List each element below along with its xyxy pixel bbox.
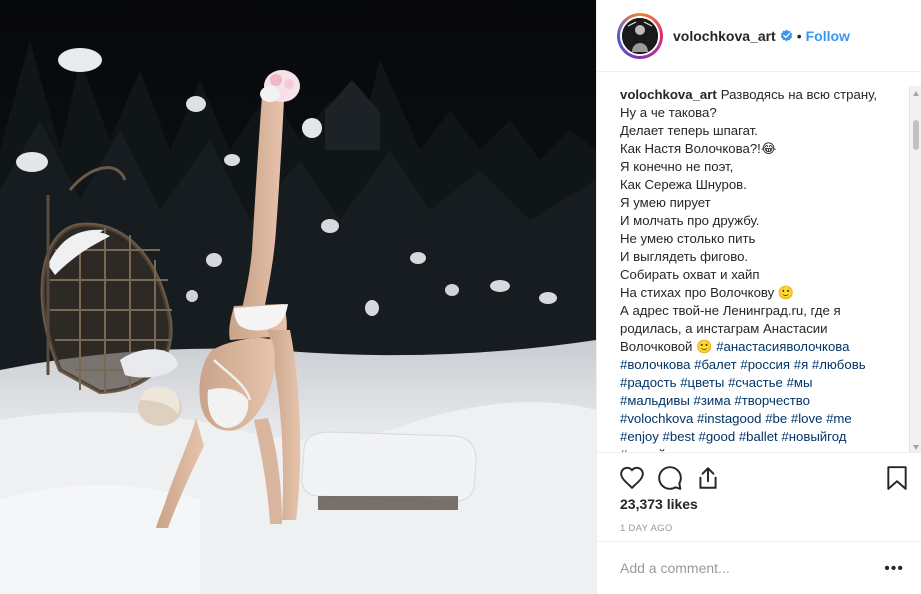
caption-line: Я умею пирует	[620, 195, 711, 210]
hashtag-link[interactable]: #анастасияволочкова	[716, 339, 849, 354]
scrollbar-thumb[interactable]	[913, 120, 919, 150]
hashtag-link[interactable]: #балет	[694, 357, 737, 372]
caption-line: #enjoy #best #good #ballet #новыйгод	[620, 428, 890, 446]
likes-count[interactable]: 23,373 likes	[620, 496, 698, 512]
caption-author[interactable]: volochkova_art	[620, 87, 717, 102]
hashtag-link[interactable]: #ballet	[739, 429, 778, 444]
hashtag-link[interactable]: #enjoy	[620, 429, 659, 444]
avatar-image	[620, 15, 660, 56]
more-options-button[interactable]: •••	[884, 560, 904, 578]
avatar-silhouette-icon	[622, 17, 658, 54]
scroll-up-arrow-icon[interactable]	[913, 91, 919, 96]
post-caption: volochkova_art Разводясь на всю страну, Ну…	[620, 86, 890, 452]
caption-line: А адрес твой-не Ленинград.ru, где я	[620, 303, 841, 318]
caption-line: И молчать про дружбу.	[620, 213, 760, 228]
comment-bar: •••	[597, 541, 921, 594]
avatar[interactable]	[617, 12, 663, 59]
bookmark-icon[interactable]	[885, 465, 911, 491]
header-separator: •	[796, 27, 802, 44]
caption-line: На стихах про Волочкову 🙂	[620, 285, 795, 300]
post-photo[interactable]	[0, 0, 596, 594]
hashtag-link[interactable]: #love	[791, 411, 823, 426]
caption-line: Как Настя Волочкова?!😂	[620, 141, 777, 156]
caption-line: #volochkova #instagood #be #love #me	[620, 410, 890, 428]
hashtag-link[interactable]: #зима	[694, 393, 731, 408]
hashtag-link[interactable]: #me	[826, 411, 852, 426]
post-sidebar: volochkova_art • Follow volochkova_art Ра…	[596, 0, 921, 594]
caption-line: volochkova_art Разводясь на всю страну,	[620, 87, 878, 102]
post-photo-illustration	[0, 0, 596, 594]
scroll-down-arrow-icon[interactable]	[913, 445, 919, 450]
caption-line: Не умею столько пить	[620, 231, 756, 246]
hashtag-link[interactable]: #volochkova	[620, 411, 693, 426]
hashtag-link[interactable]: #best	[663, 429, 695, 444]
author-username[interactable]: volochkova_art	[673, 28, 776, 44]
caption-line: Делает теперь шпагат.	[620, 123, 758, 138]
caption-scrollbar[interactable]	[909, 86, 921, 452]
caption-line: Волочковой 🙂 #анастасияволочкова	[620, 339, 850, 354]
comment-bubble-icon[interactable]	[657, 465, 683, 491]
hashtag-link[interactable]: #be	[765, 411, 787, 426]
caption-line: Ну а че такова?	[620, 105, 717, 120]
caption-line: #волочкова #балет #россия #я #любовь	[620, 356, 890, 374]
caption-line: родилась, а инстаграм Анастасии	[620, 321, 828, 336]
hashtag-link[interactable]: #новыйгод	[781, 429, 846, 444]
comment-input[interactable]	[620, 560, 870, 576]
caption-line: #мальдивы #зима #творчество	[620, 392, 890, 410]
caption-container[interactable]: volochkova_art Разводясь на всю страну, Ну…	[597, 72, 921, 452]
hashtag-link[interactable]: #цветы	[680, 375, 724, 390]
caption-line: Я конечно не поэт,	[620, 159, 734, 174]
hashtag-link[interactable]: #мы	[787, 375, 813, 390]
hashtag-link[interactable]: #я	[794, 357, 808, 372]
verified-badge-icon	[780, 29, 793, 42]
hashtag-link[interactable]: #любовь	[812, 357, 866, 372]
hashtag-link[interactable]: #радость	[620, 375, 677, 390]
hashtag-link[interactable]: #творчество	[734, 393, 810, 408]
post-timestamp[interactable]: 1 DAY AGO	[620, 523, 673, 534]
hashtag-link[interactable]: #good	[698, 429, 735, 444]
caption-line: И выглядеть фигово.	[620, 249, 749, 264]
heart-icon[interactable]	[619, 465, 645, 491]
hashtag-link[interactable]: #счастье	[728, 375, 783, 390]
caption-line: Как Сережа Шнуров.	[620, 177, 747, 192]
hashtag-link[interactable]: #мальдивы	[620, 393, 690, 408]
share-icon[interactable]	[695, 465, 721, 491]
caption-line: #радость #цветы #счастье #мы	[620, 374, 890, 392]
hashtag-link[interactable]: #instagood	[697, 411, 762, 426]
hashtag-link[interactable]: #волочкова	[620, 357, 690, 372]
hashtag-link[interactable]: #россия	[740, 357, 790, 372]
caption-line: Собирать охват и хайп	[620, 267, 760, 282]
follow-button[interactable]: Follow	[806, 28, 850, 44]
post-header: volochkova_art • Follow	[597, 0, 921, 72]
